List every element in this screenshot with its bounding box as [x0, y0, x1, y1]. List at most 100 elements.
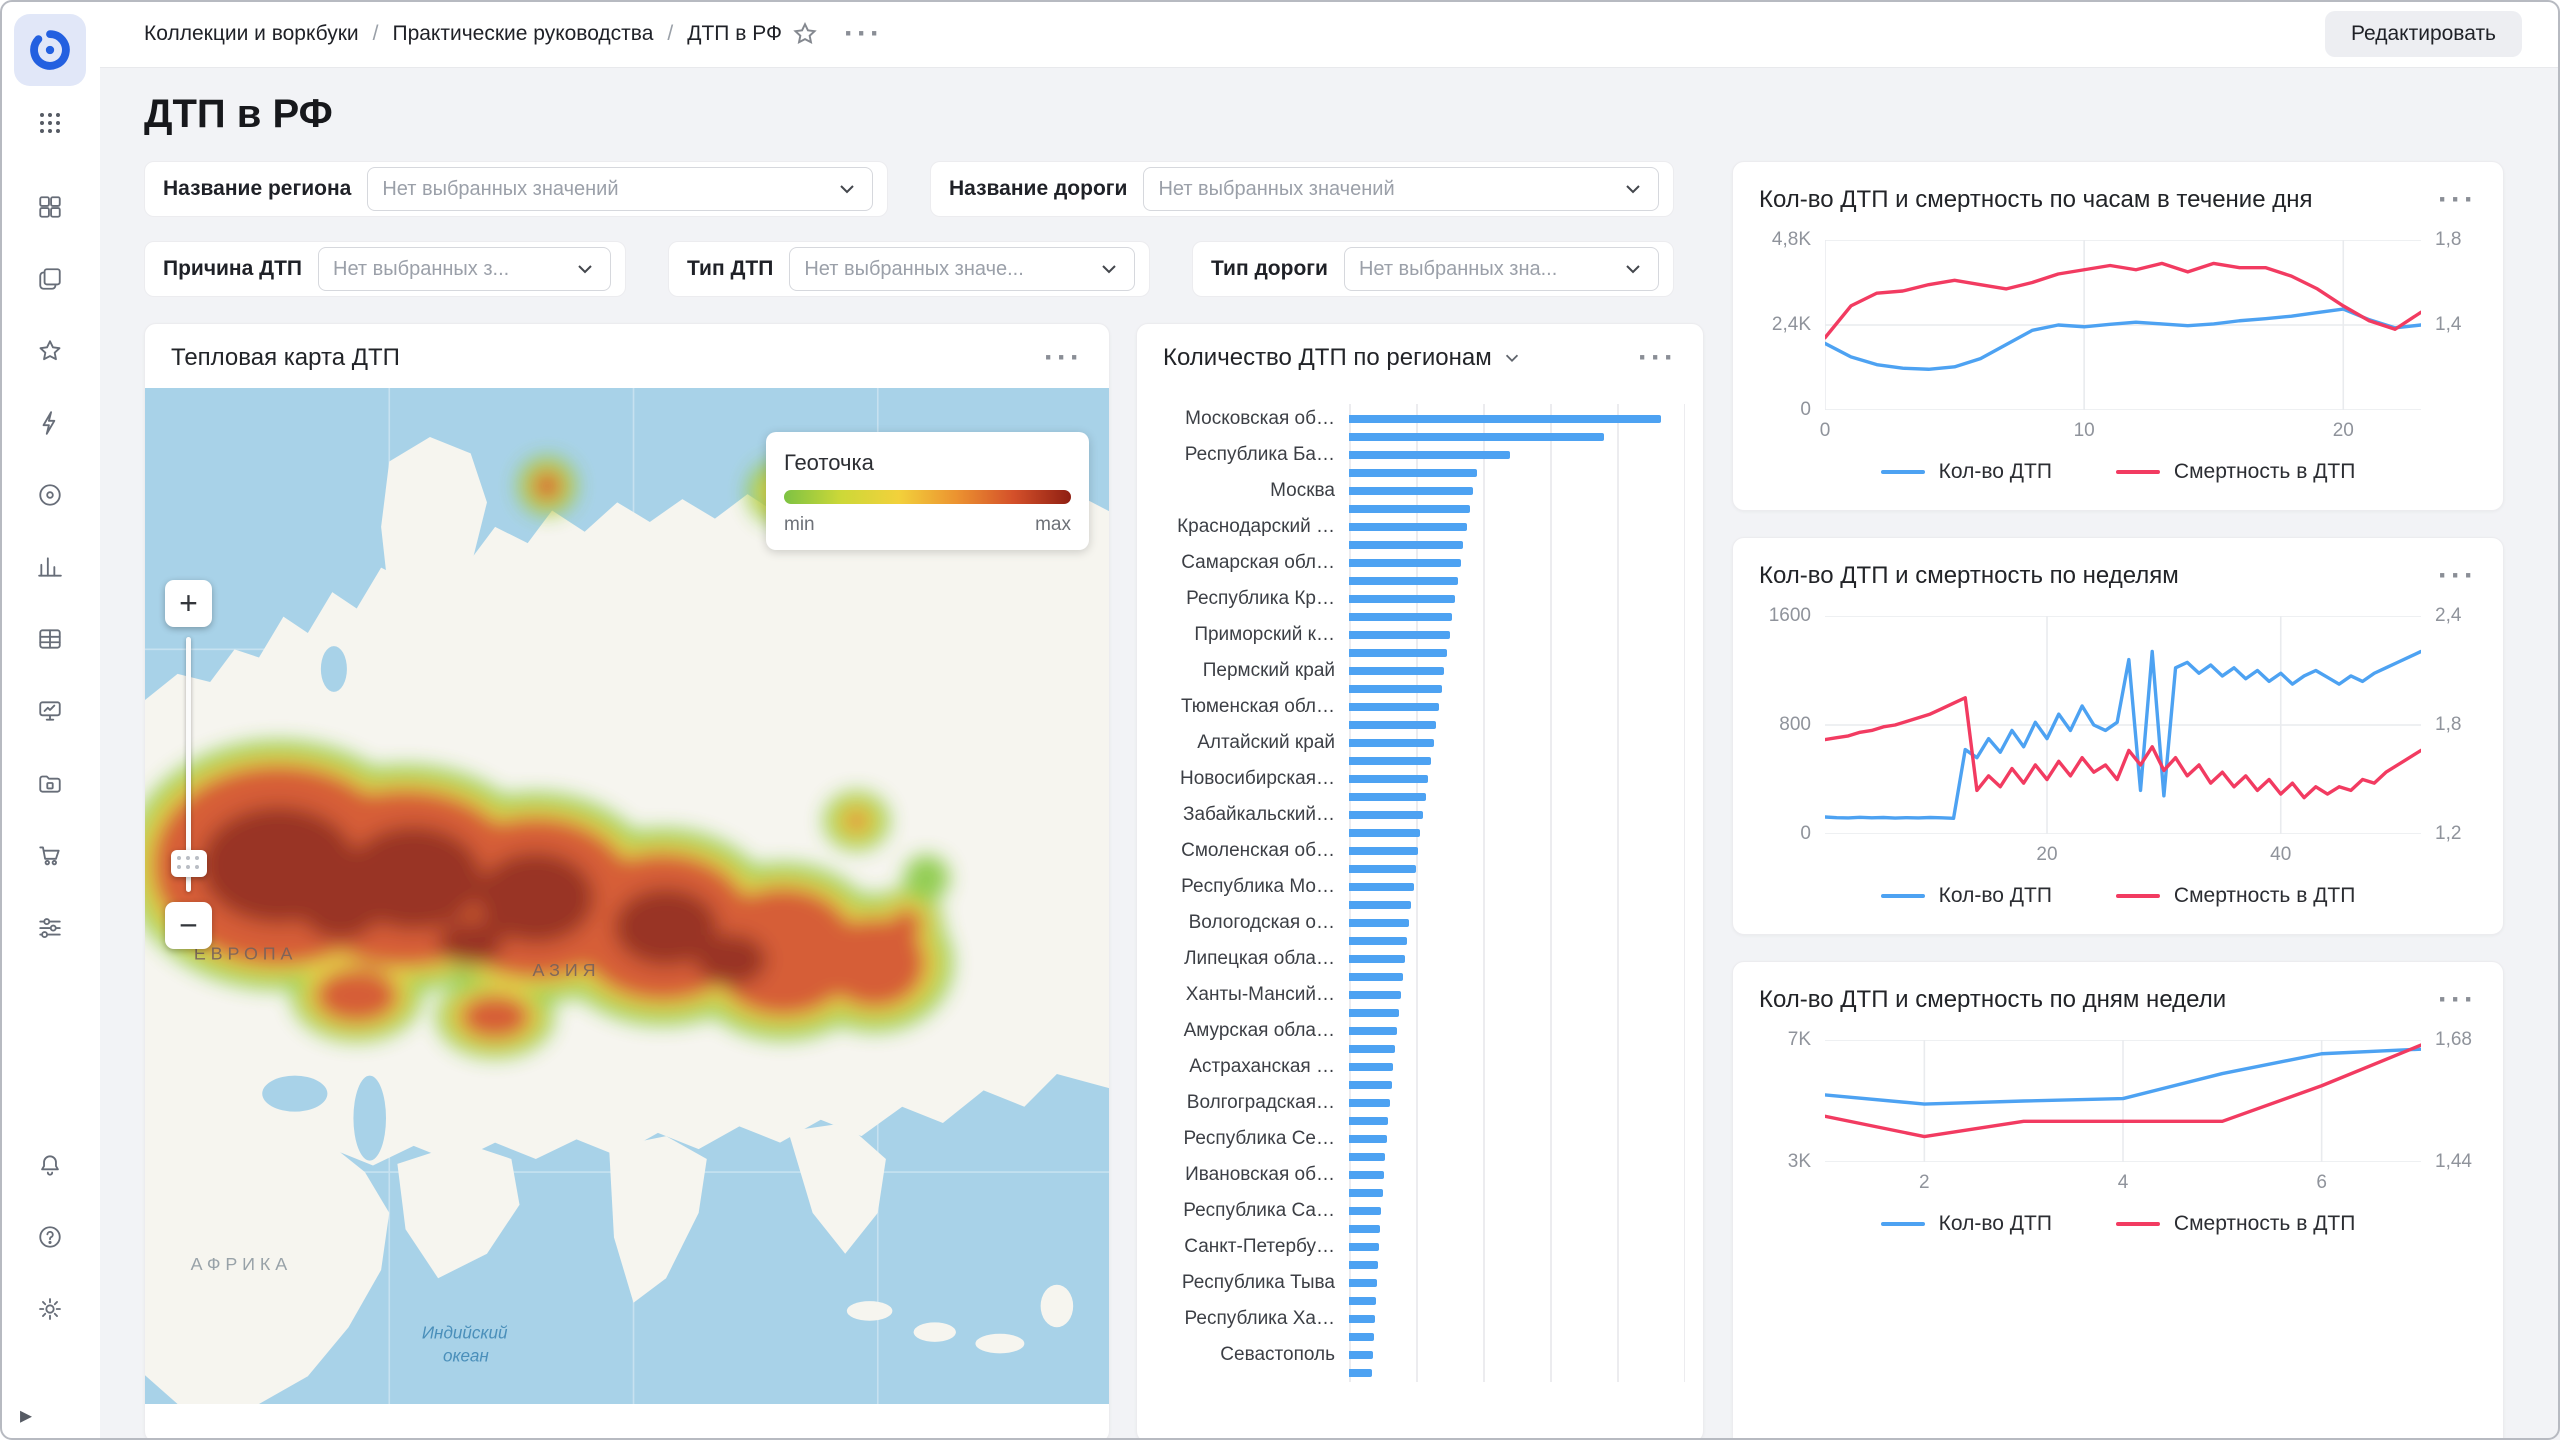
legend-item-accidents[interactable]: Кол-во ДТП	[1881, 1212, 2052, 1236]
bar[interactable]	[1349, 1369, 1372, 1377]
bar[interactable]	[1349, 685, 1442, 693]
bar[interactable]	[1349, 793, 1426, 801]
bar[interactable]	[1349, 739, 1434, 747]
bar[interactable]	[1349, 415, 1661, 423]
bar[interactable]	[1349, 667, 1444, 675]
bar[interactable]	[1349, 829, 1420, 837]
settings-sliders-icon[interactable]	[37, 914, 63, 940]
bar[interactable]	[1349, 847, 1418, 855]
bar[interactable]	[1349, 757, 1431, 765]
datalens-logo[interactable]	[14, 14, 86, 86]
notifications-bell-icon[interactable]	[37, 1152, 63, 1178]
bar[interactable]	[1349, 1063, 1393, 1071]
bar[interactable]	[1349, 1045, 1395, 1053]
bar[interactable]	[1349, 469, 1477, 477]
card-menu-icon[interactable]: ···	[2438, 571, 2477, 581]
bar[interactable]	[1349, 433, 1604, 441]
bar[interactable]	[1349, 1243, 1379, 1251]
edit-button[interactable]: Редактировать	[2325, 11, 2522, 57]
table-icon[interactable]	[37, 626, 63, 652]
bar[interactable]	[1349, 577, 1458, 585]
bar[interactable]	[1349, 1117, 1388, 1125]
bar[interactable]	[1349, 721, 1436, 729]
road-type-select[interactable]: Нет выбранных зна...	[1344, 247, 1659, 291]
bar[interactable]	[1349, 1207, 1381, 1215]
legend-item-mortality[interactable]: Смертность в ДТП	[2116, 1212, 2355, 1236]
bar[interactable]	[1349, 901, 1411, 909]
breadcrumb-collections[interactable]: Коллекции и воркбуки	[144, 22, 359, 46]
map[interactable]: ЕВРОПА АЗИЯ АФРИКА Индийский океан Геото…	[145, 388, 1109, 1404]
collections-icon[interactable]	[37, 266, 63, 292]
chevron-down-icon[interactable]	[1502, 348, 1522, 368]
bar[interactable]	[1349, 649, 1447, 657]
bar-row: Краснодарский …	[1151, 518, 1685, 536]
bar[interactable]	[1349, 487, 1473, 495]
bar[interactable]	[1349, 1351, 1373, 1359]
zoom-in-button[interactable]: +	[165, 580, 212, 627]
zoom-slider-handle[interactable]	[171, 850, 207, 877]
charts-icon[interactable]	[37, 554, 63, 580]
marketplace-cart-icon[interactable]	[37, 842, 63, 868]
legend-item-accidents[interactable]: Кол-во ДТП	[1881, 460, 2052, 484]
bar[interactable]	[1349, 1333, 1374, 1341]
bar[interactable]	[1349, 1261, 1378, 1269]
bar[interactable]	[1349, 631, 1450, 639]
bar[interactable]	[1349, 1081, 1392, 1089]
datasets-icon[interactable]	[37, 482, 63, 508]
gear-icon[interactable]	[37, 1296, 63, 1322]
collapse-sidebar-icon[interactable]: ▸	[20, 1401, 32, 1430]
cause-select[interactable]: Нет выбранных з...	[318, 247, 611, 291]
bar[interactable]	[1349, 1189, 1383, 1197]
bar[interactable]	[1349, 883, 1414, 891]
bar[interactable]	[1349, 505, 1470, 513]
bar[interactable]	[1349, 1027, 1397, 1035]
bar[interactable]	[1349, 703, 1439, 711]
bar[interactable]	[1349, 1225, 1380, 1233]
bar[interactable]	[1349, 1009, 1399, 1017]
road-name-select[interactable]: Нет выбранных значений	[1143, 167, 1659, 211]
favorite-star-icon[interactable]	[792, 21, 818, 47]
bar[interactable]	[1349, 811, 1423, 819]
accident-type-select[interactable]: Нет выбранных значе...	[789, 247, 1135, 291]
bar[interactable]	[1349, 559, 1461, 567]
legend-item-mortality[interactable]: Смертность в ДТП	[2116, 460, 2355, 484]
bar[interactable]	[1349, 595, 1455, 603]
bar[interactable]	[1349, 451, 1510, 459]
card-menu-icon[interactable]: ···	[1044, 353, 1083, 363]
bar[interactable]	[1349, 1315, 1375, 1323]
card-menu-icon[interactable]: ···	[2438, 995, 2477, 1005]
zoom-out-button[interactable]: −	[165, 902, 212, 949]
bar[interactable]	[1349, 973, 1403, 981]
y-tick-label: 2,4	[2435, 605, 2461, 627]
bar[interactable]	[1349, 523, 1467, 531]
breadcrumb-guides[interactable]: Практические руководства	[392, 22, 653, 46]
bar[interactable]	[1349, 1297, 1376, 1305]
apps-grid-icon[interactable]	[37, 110, 63, 136]
bar[interactable]	[1349, 955, 1405, 963]
bar[interactable]	[1349, 1279, 1377, 1287]
lightning-icon[interactable]	[37, 410, 63, 436]
bar[interactable]	[1349, 775, 1428, 783]
legend-item-accidents[interactable]: Кол-во ДТП	[1881, 884, 2052, 908]
monitoring-icon[interactable]	[37, 698, 63, 724]
bar[interactable]	[1349, 937, 1407, 945]
more-menu-icon[interactable]: ···	[844, 29, 883, 39]
bar[interactable]	[1349, 991, 1401, 999]
bar[interactable]	[1349, 919, 1409, 927]
storage-icon[interactable]	[37, 770, 63, 796]
help-icon[interactable]	[37, 1224, 63, 1250]
bar[interactable]	[1349, 1099, 1390, 1107]
bar[interactable]	[1349, 865, 1416, 873]
y-axis-left: 16008000	[1759, 616, 1825, 834]
favorites-icon[interactable]	[37, 338, 63, 364]
card-menu-icon[interactable]: ···	[1638, 353, 1677, 363]
bar[interactable]	[1349, 541, 1463, 549]
legend-item-mortality[interactable]: Смертность в ДТП	[2116, 884, 2355, 908]
dashboards-icon[interactable]	[37, 194, 63, 220]
bar[interactable]	[1349, 613, 1452, 621]
bar[interactable]	[1349, 1153, 1385, 1161]
bar[interactable]	[1349, 1171, 1384, 1179]
bar[interactable]	[1349, 1135, 1387, 1143]
region-select[interactable]: Нет выбранных значений	[367, 167, 873, 211]
card-menu-icon[interactable]: ···	[2438, 195, 2477, 205]
